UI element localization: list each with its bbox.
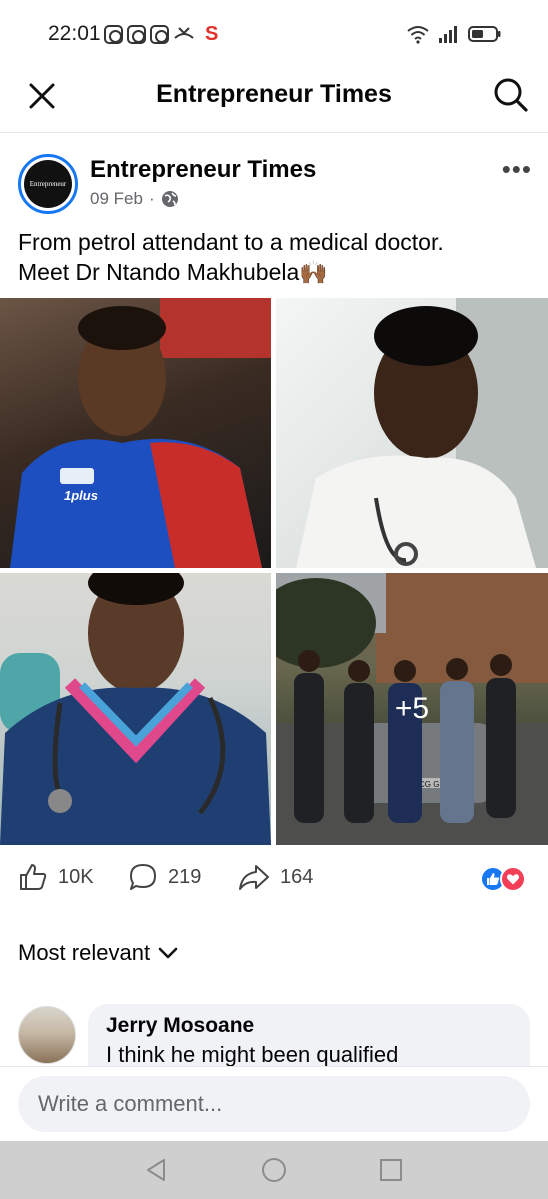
comment-item: Jerry Mosoane I think he might been qual… <box>18 1004 530 1066</box>
reaction-summary[interactable] <box>480 866 528 892</box>
header-divider <box>0 132 548 133</box>
missed-call-icon <box>174 27 194 39</box>
like-count: 10K <box>58 865 94 888</box>
status-bar: 22:01 S <box>0 0 548 70</box>
post-date[interactable]: 09 Feb <box>90 189 143 209</box>
home-nav-icon[interactable] <box>261 1157 287 1183</box>
app-bar: Entrepreneur Times <box>0 70 548 120</box>
like-button[interactable]: 10K <box>18 862 94 892</box>
comment-count: 219 <box>168 865 202 888</box>
photo-doctor-scrubs[interactable] <box>0 573 271 845</box>
page-logo: Entrepreneur <box>24 160 72 208</box>
post-text-line-2: Meet Dr Ntando Makhubela🙌🏾 <box>18 259 328 285</box>
s-app-icon: S <box>205 22 219 45</box>
comment-sort-dropdown[interactable]: Most relevant <box>18 940 178 966</box>
more-photos-count: +5 <box>394 692 430 725</box>
status-time: 22:01 <box>48 22 101 45</box>
page-title: Entrepreneur Times <box>156 80 392 108</box>
more-options-button[interactable]: ••• <box>502 154 532 185</box>
photo-doctor-white-coat-art <box>296 298 548 568</box>
comment-input[interactable] <box>18 1076 530 1132</box>
post-header: Entrepreneur Entrepreneur Times 09 Feb ·… <box>0 150 548 220</box>
page-avatar[interactable]: Entrepreneur <box>18 154 78 214</box>
photo-doctor-white-coat[interactable] <box>276 298 548 568</box>
back-nav-icon[interactable] <box>144 1157 170 1183</box>
reactions-bar: 10K 219 164 <box>0 860 548 900</box>
photo-petrol-attendant[interactable]: 1plus <box>0 298 271 568</box>
comment-composer <box>0 1066 548 1141</box>
comment-icon <box>130 864 156 890</box>
instagram-icon <box>150 24 169 44</box>
recents-nav-icon[interactable] <box>378 1157 404 1183</box>
system-icons <box>406 24 502 44</box>
page-name[interactable]: Entrepreneur Times <box>90 156 316 184</box>
system-nav-bar <box>0 1141 548 1199</box>
photo-grid: 1plus CG GP +5 <box>0 298 548 846</box>
signal-icon <box>439 26 457 43</box>
notification-icons: S <box>104 24 218 44</box>
comment-text: I think he might been qualified <box>106 1042 399 1066</box>
instagram-icon <box>127 24 146 44</box>
commenter-avatar[interactable] <box>18 1006 76 1064</box>
share-count: 164 <box>280 865 314 888</box>
battery-icon <box>468 26 501 42</box>
wifi-icon <box>407 26 429 44</box>
share-button[interactable]: 164 <box>238 862 313 892</box>
uniform-badge: 1plus <box>64 488 98 503</box>
chevron-down-icon <box>158 947 178 959</box>
sort-label: Most relevant <box>18 940 151 965</box>
post-text-line-1: From petrol attendant to a medical docto… <box>18 229 444 255</box>
love-icon <box>500 866 526 892</box>
photo-petrol-attendant-art: 1plus <box>10 298 271 568</box>
meta-separator: · <box>148 189 155 208</box>
share-icon <box>239 865 269 890</box>
more-photos-overlay[interactable]: +5 <box>276 573 548 845</box>
thumbs-up-icon <box>20 864 47 890</box>
comment-button[interactable]: 219 <box>128 862 201 892</box>
photo-group-doctors[interactable]: CG GP +5 <box>276 573 548 845</box>
globe-icon <box>161 191 178 207</box>
search-icon[interactable] <box>492 76 530 114</box>
post-text: From petrol attendant to a medical docto… <box>18 227 533 287</box>
instagram-icon <box>104 24 123 44</box>
comment-author[interactable]: Jerry Mosoane <box>106 1014 512 1038</box>
post-meta: 09 Feb · <box>90 189 179 209</box>
photo-doctor-scrubs-art <box>0 573 271 845</box>
comment-bubble[interactable]: Jerry Mosoane I think he might been qual… <box>88 1004 530 1066</box>
